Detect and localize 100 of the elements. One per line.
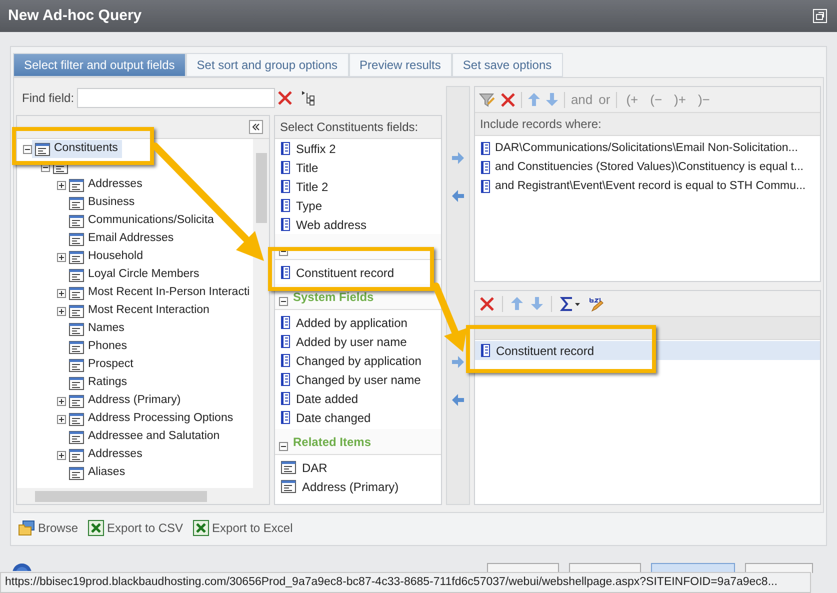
field-icon — [281, 199, 290, 212]
tree-item[interactable]: Most Recent Interaction — [66, 302, 214, 320]
field-item[interactable]: Date added — [275, 389, 441, 408]
tree-item[interactable]: Loyal Circle Members — [66, 266, 204, 284]
sum-icon[interactable] — [560, 296, 580, 310]
tab[interactable]: Set sort and group options — [186, 53, 349, 77]
field-icon — [480, 142, 490, 155]
field-item[interactable]: Changed by user name — [275, 370, 441, 389]
expand-icon[interactable] — [57, 306, 66, 316]
horizontal-scrollbar[interactable] — [17, 488, 269, 504]
field-item[interactable]: Type — [275, 196, 441, 215]
tree-view-icon[interactable] — [301, 90, 316, 106]
expand-icon[interactable] — [57, 180, 66, 190]
remove-filter-icon[interactable] — [452, 190, 464, 202]
rename-icon[interactable] — [588, 296, 604, 312]
expand-icon[interactable] — [57, 414, 66, 424]
tree-item[interactable]: Most Recent In-Person Interacti — [66, 284, 253, 302]
expand-icon[interactable] — [57, 252, 66, 262]
expand-icon[interactable] — [57, 288, 66, 298]
tree-item[interactable]: Addresses — [66, 446, 146, 464]
restore-icon[interactable] — [813, 9, 827, 23]
tree-item[interactable]: Address (Primary) — [66, 392, 185, 410]
tree-item[interactable]: Address Processing Options — [66, 410, 238, 428]
table-icon — [69, 376, 84, 390]
toolbar-button[interactable]: Browse — [18, 519, 78, 537]
spreadsheet-icon — [88, 520, 104, 536]
filter-icon[interactable] — [478, 92, 495, 108]
annotation-arrow — [432, 282, 467, 352]
panel-header: Include records where: — [480, 116, 602, 133]
field-icon — [281, 373, 290, 386]
table-icon — [69, 286, 84, 300]
tree-item[interactable]: Household — [66, 248, 147, 266]
find-field-label: Find field: — [22, 90, 74, 107]
field-icon — [281, 180, 290, 193]
table-icon — [69, 430, 84, 444]
field-item[interactable]: Changed by application — [275, 351, 441, 370]
find-field[interactable] — [77, 88, 276, 108]
table-icon — [69, 358, 84, 372]
tree-item[interactable]: Constituents — [32, 140, 122, 158]
table-icon — [69, 412, 84, 426]
delete-icon[interactable] — [278, 91, 292, 105]
collapse-icon[interactable] — [23, 144, 32, 154]
table-icon — [281, 480, 296, 493]
tree-item[interactable]: Addresses — [66, 176, 146, 194]
collapse-icon[interactable] — [279, 297, 288, 306]
field-icon — [281, 354, 290, 367]
tree-item[interactable]: Phones — [66, 338, 132, 356]
toolbar-button[interactable]: Export to CSV — [88, 519, 184, 537]
field-icon — [281, 266, 290, 279]
field-icon — [480, 161, 490, 174]
tree-item[interactable]: Prospect — [66, 356, 138, 374]
collapse-panel-icon[interactable] — [249, 120, 263, 134]
tree-item[interactable]: Business — [66, 194, 139, 212]
field-icon — [281, 335, 290, 348]
table-icon — [281, 461, 296, 474]
field-item[interactable]: DAR — [275, 458, 441, 477]
filter-row[interactable]: DAR\Communications/Solicitations\Email Non-Solicitation... — [474, 139, 820, 158]
output-row[interactable]: Constituent record — [474, 341, 820, 360]
panel-header: Select Constituents fields: — [280, 119, 418, 136]
remove-output-icon[interactable] — [452, 394, 464, 406]
field-item[interactable]: Title — [275, 158, 441, 177]
tree-item[interactable]: Communications/Solicita — [66, 212, 218, 230]
table-icon — [69, 250, 84, 264]
tree-item[interactable]: Addressee and Salutation — [66, 428, 224, 446]
table-icon — [35, 142, 50, 156]
tab[interactable]: Set save options — [452, 53, 563, 77]
expand-icon[interactable] — [57, 396, 66, 406]
table-icon — [69, 178, 84, 192]
table-icon — [69, 448, 84, 462]
tree-item[interactable]: Names — [66, 320, 128, 338]
tree-item[interactable]: Aliases — [66, 464, 130, 482]
filter-row[interactable]: and Registrant\Event\Event record is equal to STH Commu... — [474, 177, 820, 196]
field-icon — [281, 161, 290, 174]
field-item[interactable]: Added by application — [275, 313, 441, 332]
field-item[interactable]: Added by user name — [275, 332, 441, 351]
field-icon — [480, 180, 490, 193]
field-item[interactable]: Title 2 — [275, 177, 441, 196]
tree-item[interactable]: Email Addresses — [66, 230, 178, 248]
field-item[interactable]: Date changed — [275, 408, 441, 427]
field-item[interactable]: Address (Primary) — [275, 477, 441, 496]
filter-row[interactable]: and Constituencies (Stored Values)\Constituency is equal t... — [474, 158, 820, 177]
table-icon — [69, 232, 84, 246]
field-item[interactable]: Web address — [275, 215, 441, 234]
tab[interactable]: Preview results — [348, 53, 452, 77]
table-icon — [69, 196, 84, 210]
field-icon — [281, 218, 290, 231]
field-item[interactable]: Constituent record — [275, 263, 441, 282]
field-icon — [281, 392, 290, 405]
expand-icon[interactable] — [57, 450, 66, 460]
spreadsheet-icon — [193, 520, 210, 536]
delete-icon[interactable] — [480, 296, 494, 310]
table-icon — [69, 466, 84, 480]
field-item[interactable]: Suffix 2 — [275, 139, 441, 158]
delete-icon[interactable] — [500, 92, 515, 106]
table-icon — [69, 268, 84, 282]
toolbar-button[interactable]: Export to Excel — [193, 519, 293, 537]
vertical-scrollbar[interactable] — [253, 139, 269, 488]
window-title: New Ad-hoc Query — [8, 6, 142, 26]
tree-item[interactable]: Ratings — [66, 374, 131, 392]
collapse-icon[interactable] — [279, 442, 288, 451]
